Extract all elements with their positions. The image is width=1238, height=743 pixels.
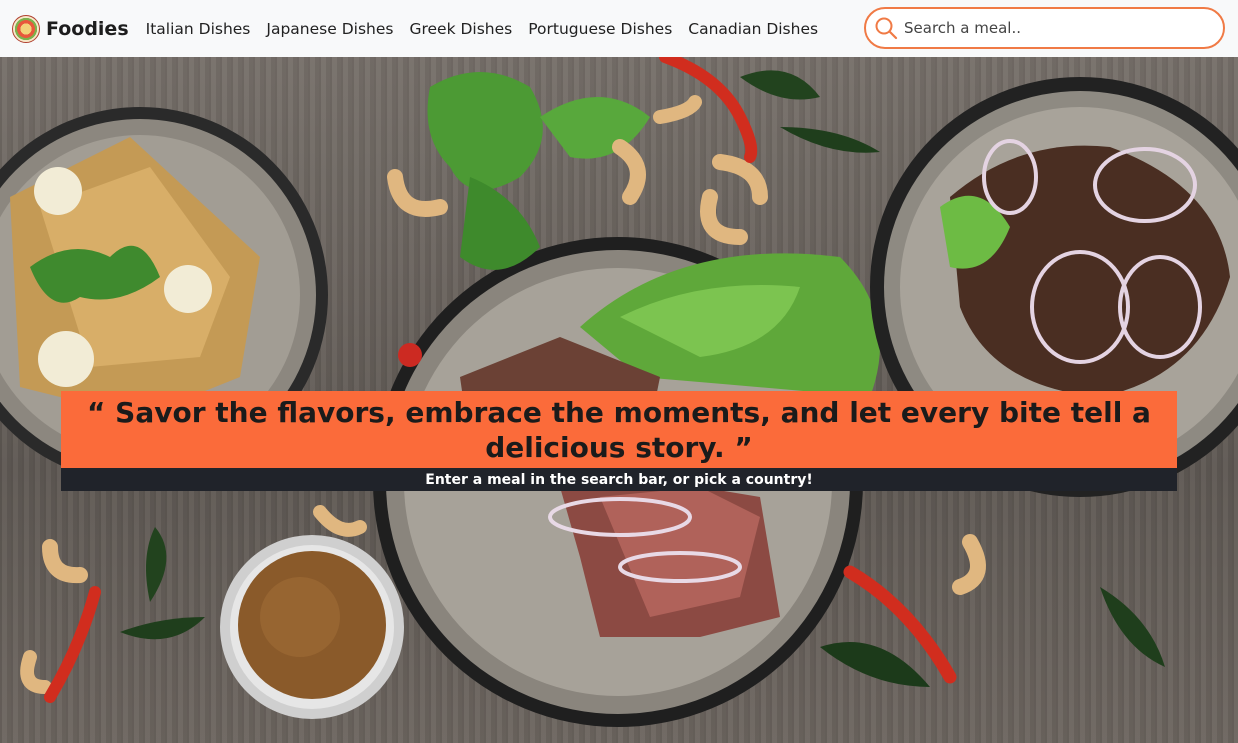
nav-link-greek[interactable]: Greek Dishes [409, 20, 512, 38]
nav-link-portuguese[interactable]: Portuguese Dishes [528, 20, 672, 38]
search-box[interactable] [864, 7, 1225, 49]
foodies-logo-icon [12, 14, 40, 43]
brand-name: Foodies [46, 17, 129, 40]
search-input[interactable] [904, 19, 1204, 37]
hero-quote: “ Savor the flavors, embrace the moments… [87, 395, 1151, 464]
brand-link[interactable]: Foodies [12, 14, 129, 43]
navbar: Foodies Italian Dishes Japanese Dishes G… [0, 0, 1238, 57]
search-icon [874, 16, 898, 40]
nav-link-japanese[interactable]: Japanese Dishes [266, 20, 393, 38]
nav-link-italian[interactable]: Italian Dishes [146, 20, 251, 38]
hero-section: “ Savor the flavors, embrace the moments… [0, 57, 1238, 743]
subtitle-bar: Enter a meal in the search bar, or pick … [61, 468, 1177, 491]
quote-banner: “ Savor the flavors, embrace the moments… [61, 391, 1177, 468]
hero-subtitle: Enter a meal in the search bar, or pick … [425, 471, 813, 488]
nav-links: Italian Dishes Japanese Dishes Greek Dis… [146, 20, 834, 38]
nav-link-canadian[interactable]: Canadian Dishes [688, 20, 818, 38]
